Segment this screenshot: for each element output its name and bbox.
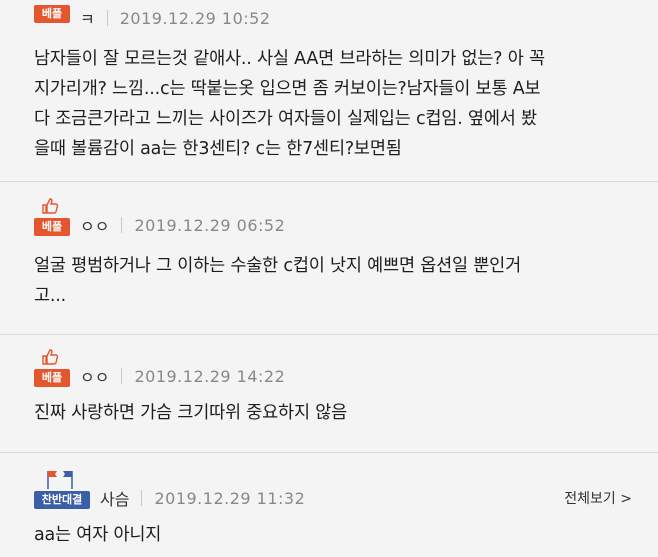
comment-date: 2019.12.29 14:22	[134, 366, 286, 386]
comment-header: 베플 ㅇㅇ 2019.12.29 06:52	[34, 198, 286, 238]
comment-author[interactable]: ㅇㅇ	[80, 213, 109, 237]
comment-date: 2019.12.29 10:52	[119, 8, 271, 28]
divider	[0, 452, 658, 453]
vs-badge: 찬반대결	[34, 471, 92, 511]
comment-header: 베플 ㅇㅇ 2019.12.29 14:22	[34, 349, 286, 389]
flags-icon	[47, 471, 73, 489]
comment-author[interactable]: 사슴	[100, 486, 129, 510]
comment-header: 찬반대결 사슴 2019.12.29 11:32	[34, 471, 306, 511]
divider	[121, 368, 123, 384]
comment-body: 얼굴 평범하거나 그 이하는 수술한 c컵이 낫지 예쁘면 옵션일 뿐인거 고.…	[34, 256, 521, 306]
best-badge-label: 베플	[34, 218, 70, 236]
comment-author[interactable]: ㅋ	[80, 6, 95, 30]
comment-date: 2019.12.29 11:32	[154, 488, 306, 508]
best-badge-label: 베플	[34, 369, 70, 387]
comment-body: aa는 여자 아니지	[34, 525, 162, 545]
divider	[0, 334, 658, 335]
divider	[0, 181, 658, 182]
comment-list: 베플 ㅋ 2019.12.29 10:52 남자들이 잘 모르는것 같애사.. …	[0, 0, 658, 557]
vs-badge-label: 찬반대결	[34, 491, 90, 509]
comment-header: 베플 ㅋ 2019.12.29 10:52	[34, 5, 271, 31]
best-badge-label: 베플	[34, 5, 70, 23]
divider	[141, 490, 143, 506]
divider	[106, 10, 108, 26]
divider	[121, 217, 123, 233]
thumbs-up-icon	[42, 349, 59, 365]
comment-author[interactable]: ㅇㅇ	[80, 364, 109, 388]
comment-date: 2019.12.29 06:52	[134, 215, 286, 235]
best-badge: 베플	[34, 349, 72, 389]
comment-body: 남자들이 잘 모르는것 같애사.. 사실 AA면 브라하는 의미가 없는? 아 …	[34, 49, 545, 159]
best-badge: 베플	[34, 198, 72, 238]
view-all-link[interactable]: 전체보기 >	[564, 488, 632, 508]
thumbs-up-icon	[42, 198, 59, 214]
comment-body: 진짜 사랑하면 가슴 크기따위 중요하지 않음	[34, 403, 348, 423]
best-badge: 베플	[34, 5, 72, 31]
